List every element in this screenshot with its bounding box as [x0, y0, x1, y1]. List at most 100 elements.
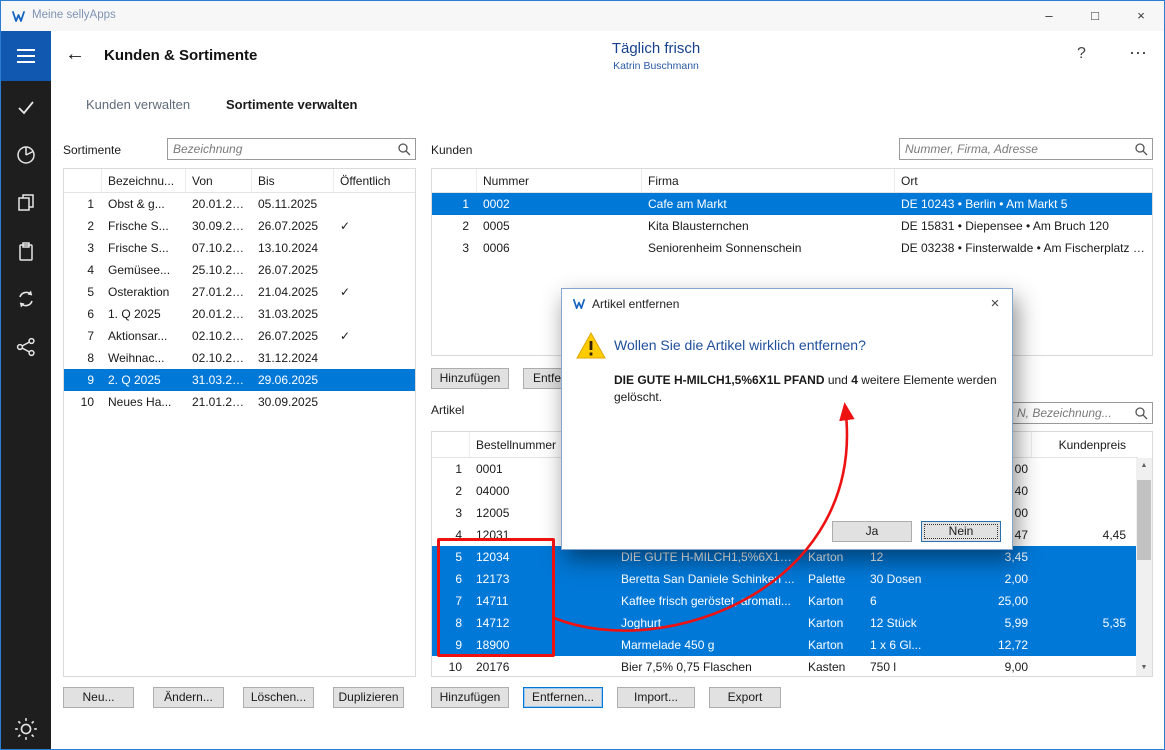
catalog-pages-icon[interactable] [1, 187, 51, 219]
maximize-button[interactable]: □ [1072, 1, 1118, 31]
cell: Karton [802, 550, 864, 564]
table-row[interactable]: 1020176Bier 7,5% 0,75 FlaschenKasten750 … [432, 656, 1138, 677]
more-options-button[interactable]: ⋯ [1129, 43, 1147, 64]
cell: 6 [864, 594, 950, 608]
column-header[interactable]: Von [186, 169, 252, 192]
search-icon[interactable] [1134, 406, 1148, 423]
table-row[interactable]: 612173Beretta San Daniele Schinken ...Pa… [432, 568, 1138, 590]
cell: 0005 [477, 219, 642, 233]
window-controls: – □ × [1026, 1, 1164, 31]
pie-chart-icon[interactable] [1, 139, 51, 171]
cell: 14712 [470, 616, 615, 630]
table-row[interactable]: 92. Q 202531.03.202529.06.2025 [64, 369, 415, 391]
cell: 0002 [477, 197, 642, 211]
tab-kunden-verwalten[interactable]: Kunden verwalten [86, 97, 190, 112]
minimize-button[interactable]: – [1026, 1, 1072, 31]
clipboard-icon[interactable] [1, 235, 51, 267]
scrollbar-thumb[interactable] [1137, 480, 1151, 560]
scroll-up-icon[interactable]: ▲ [1136, 458, 1152, 474]
table-row[interactable]: 8Weihnac...02.10.202431.12.2024 [64, 347, 415, 369]
table-row[interactable]: 7Aktionsar...02.10.202426.07.2025✓ [64, 325, 415, 347]
back-button[interactable]: ← [65, 43, 85, 66]
import-button[interactable]: Import... [617, 687, 695, 708]
kunden-hinzufuegen-button[interactable]: Hinzufügen [431, 368, 509, 389]
column-header[interactable]: Firma [642, 169, 895, 192]
cell: Weihnac... [102, 351, 186, 365]
cell: 1 [432, 197, 477, 211]
table-row[interactable]: 10Neues Ha...21.01.202530.09.2025 [64, 391, 415, 413]
dialog-title: Artikel entfernen [592, 297, 679, 311]
tasks-check-icon[interactable] [1, 91, 51, 123]
table-row[interactable]: 4Gemüsee...25.10.202426.07.2025 [64, 259, 415, 281]
app-logo-icon [11, 9, 26, 24]
neu-button[interactable]: Neu... [63, 687, 134, 708]
cell: 3,45 [950, 550, 1032, 564]
close-button[interactable]: × [1118, 1, 1164, 31]
app-context-name: Täglich frisch [541, 40, 771, 57]
cell: 05.11.2025 [252, 197, 334, 211]
column-header[interactable]: Bezeichnu... [102, 169, 186, 192]
table-row[interactable]: 3Frische S...07.10.202413.10.2024 [64, 237, 415, 259]
export-button[interactable]: Export [709, 687, 781, 708]
ja-button[interactable]: Ja [832, 521, 912, 542]
sortimente-search-input[interactable] [168, 139, 415, 159]
table-row[interactable]: 814712JoghurtKarton12 Stück5,995,35 [432, 612, 1138, 634]
duplizieren-button[interactable]: Duplizieren [333, 687, 404, 708]
cell: 2 [432, 484, 470, 498]
loeschen-button[interactable]: Löschen... [243, 687, 314, 708]
cell: 1 [432, 462, 470, 476]
cell: 25,00 [950, 594, 1032, 608]
nein-button[interactable]: Nein [921, 521, 1001, 542]
aendern-button[interactable]: Ändern... [153, 687, 224, 708]
help-button[interactable]: ? [1077, 45, 1086, 63]
search-icon[interactable] [397, 142, 411, 159]
column-header[interactable]: Bis [252, 169, 334, 192]
cell: 12034 [470, 550, 615, 564]
artikel-hinzufuegen-button[interactable]: Hinzufügen [431, 687, 509, 708]
column-header[interactable]: Öffentlich [334, 169, 415, 192]
settings-gear-icon[interactable] [1, 713, 51, 745]
dialog-buttons: Ja Nein [832, 521, 1001, 542]
oeffentlich-check: ✓ [334, 285, 415, 299]
scroll-down-icon[interactable]: ▼ [1136, 660, 1152, 676]
sync-icon[interactable] [1, 283, 51, 315]
dialog-close-button[interactable]: × [978, 289, 1012, 319]
cell: 5 [64, 285, 102, 299]
artikel-search-input[interactable] [1012, 403, 1152, 423]
cell: 31.12.2024 [252, 351, 334, 365]
table-row[interactable]: 61. Q 202520.01.202531.03.2025 [64, 303, 415, 325]
table-row[interactable]: 30006Seniorenheim SonnenscheinDE 03238 •… [432, 237, 1152, 259]
share-network-icon[interactable] [1, 331, 51, 363]
cell: 2 [432, 219, 477, 233]
artikel-entfernen-button[interactable]: Entfernen... [523, 687, 603, 708]
cell: 20.01.2025 [186, 197, 252, 211]
column-header[interactable]: Nummer [477, 169, 642, 192]
tab-sortimente-verwalten[interactable]: Sortimente verwalten [226, 97, 358, 112]
kunden-label: Kunden [431, 143, 472, 157]
dialog-item-name: DIE GUTE H-MILCH1,5%6X1L PFAND [614, 373, 824, 387]
table-row[interactable]: 714711Kaffee frisch geröstet, aromati...… [432, 590, 1138, 612]
cell: 30 Dosen [864, 572, 950, 586]
table-row[interactable]: 918900Marmelade 450 gKarton1 x 6 Gl...12… [432, 634, 1138, 656]
table-row[interactable]: 2Frische S...30.09.202426.07.2025✓ [64, 215, 415, 237]
cell: 12173 [470, 572, 615, 586]
column-header[interactable]: Ort [895, 169, 1152, 192]
column-header[interactable]: Kundenpreis [1032, 432, 1138, 457]
cell: Bier 7,5% 0,75 Flaschen [615, 660, 802, 674]
artikel-scrollbar[interactable]: ▲ ▼ [1136, 458, 1152, 676]
titlebar: Meine sellyApps – □ × [1, 1, 1164, 31]
column-header[interactable] [432, 169, 477, 192]
column-header[interactable] [64, 169, 102, 192]
table-row[interactable]: 10002Cafe am MarktDE 10243 • Berlin • Am… [432, 193, 1152, 215]
cell: Marmelade 450 g [615, 638, 802, 652]
kunden-search-input[interactable] [900, 139, 1152, 159]
table-row[interactable]: 5Osteraktion27.01.202521.04.2025✓ [64, 281, 415, 303]
table-row[interactable]: 20005Kita BlausternchenDE 15831 • Diepen… [432, 215, 1152, 237]
search-icon[interactable] [1134, 142, 1148, 159]
cell: Osteraktion [102, 285, 186, 299]
column-header[interactable] [432, 432, 470, 457]
dialog-app-icon [572, 297, 586, 311]
cell: 20176 [470, 660, 615, 674]
menu-button[interactable] [1, 31, 51, 81]
table-row[interactable]: 1Obst & g...20.01.202505.11.2025 [64, 193, 415, 215]
